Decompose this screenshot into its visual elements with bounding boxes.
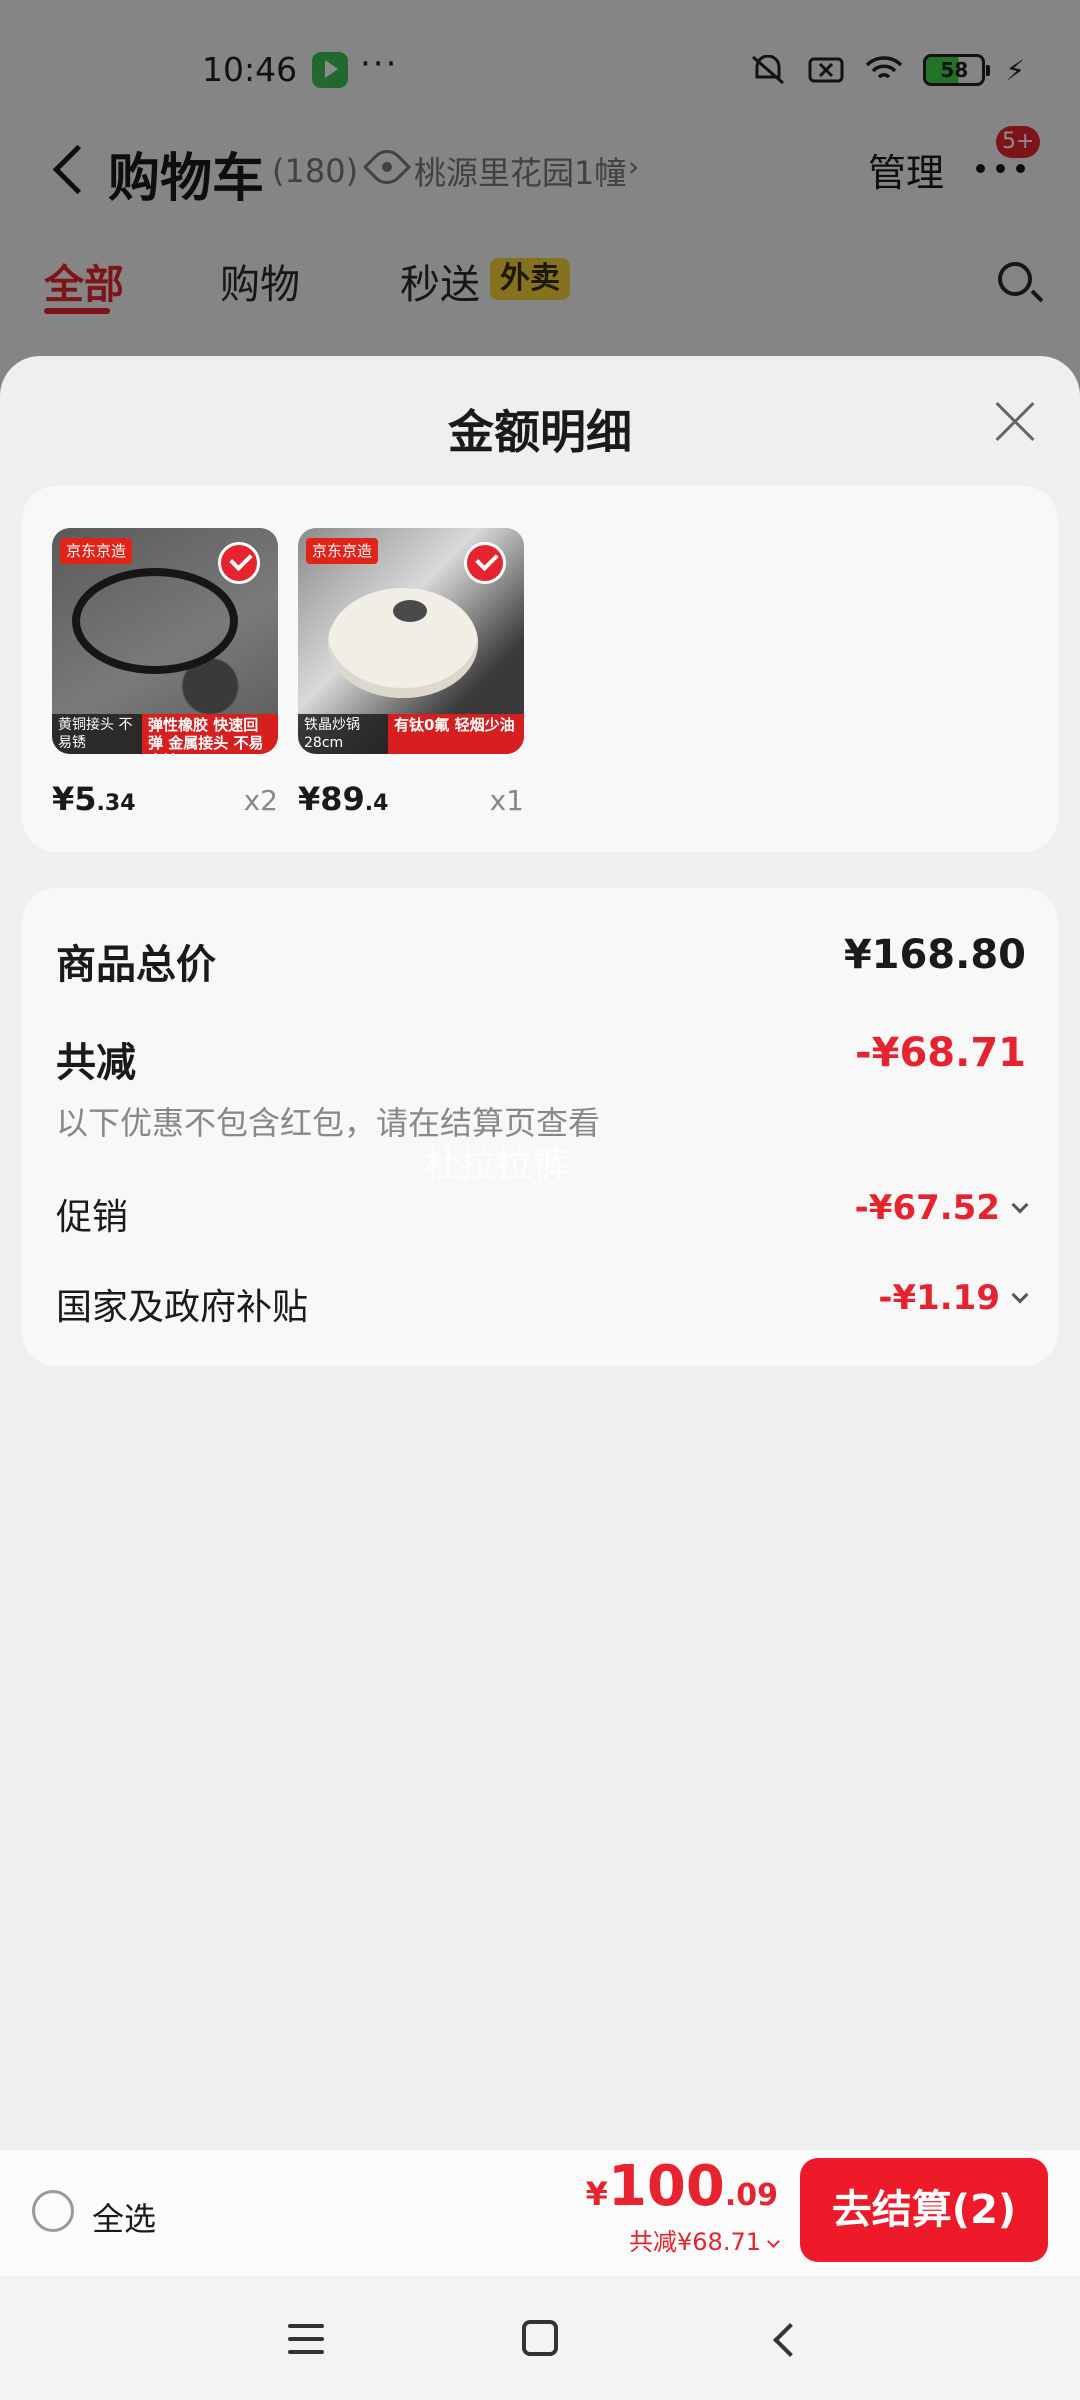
total-discount-toggle[interactable]: 共减¥68.71: [629, 2222, 780, 2257]
product-quantity: x2: [243, 784, 278, 817]
price-summary-card: 商品总价 ¥168.80 共减 -¥68.71 以下优惠不包含红包，请在结算页查…: [22, 888, 1058, 1366]
product-price: ¥5.34: [52, 780, 136, 818]
checkout-bar: 全选 ¥100.09 共减¥68.71 去结算(2): [0, 2150, 1080, 2276]
watermark-text: 杜拉拉裤: [424, 1145, 569, 1186]
brand-tag: 京东京造: [306, 538, 379, 564]
discount-label: 共减: [56, 1040, 136, 1086]
product-price: ¥89.4: [298, 780, 389, 818]
system-navigation-bar: [0, 2276, 1080, 2400]
checkout-button[interactable]: 去结算(2): [800, 2158, 1048, 2262]
checked-icon: [464, 542, 506, 584]
back-icon[interactable]: [768, 2324, 798, 2354]
promotion-label: 促销: [56, 1197, 129, 1238]
chevron-down-icon: [1011, 1196, 1029, 1214]
product-image: 京东京造 黄铜接头 不易锈 弹性橡胶 快速回弹 金属接头 不易腐蚀: [52, 528, 278, 754]
select-all-label[interactable]: 全选: [92, 2194, 156, 2240]
caption-dark: 黄铜接头 不易锈: [52, 714, 142, 754]
price-detail-sheet: 金额明细 京东京造 黄铜接头 不易锈 弹性橡胶 快速回弹 金属接头 不易腐蚀 ¥…: [0, 356, 1080, 2400]
close-icon[interactable]: [992, 400, 1036, 444]
home-icon[interactable]: [522, 2320, 558, 2356]
image-caption: 铁晶炒锅 28cm 有钛0氟 轻烟少油: [298, 714, 524, 754]
brand-tag: 京东京造: [60, 538, 133, 564]
subsidy-row[interactable]: -¥1.19: [878, 1278, 1029, 1318]
product-image: 京东京造 铁晶炒锅 28cm 有钛0氟 轻烟少油: [298, 528, 524, 754]
subsidy-label: 国家及政府补贴: [56, 1287, 309, 1328]
chevron-down-icon: [767, 2235, 780, 2248]
subtotal-label: 商品总价: [56, 942, 216, 988]
product-quantity: x1: [489, 784, 524, 817]
total-price: ¥100.09: [585, 2154, 778, 2219]
sheet-title: 金额明细: [448, 405, 632, 459]
discount-value: -¥68.71: [855, 1030, 1026, 1076]
promotion-value: -¥67.52: [854, 1188, 1000, 1228]
caption-red: 有钛0氟 轻烟少油: [388, 714, 524, 754]
caption-red: 弹性橡胶 快速回弹 金属接头 不易腐蚀: [142, 714, 278, 754]
menu-icon[interactable]: [288, 2324, 324, 2354]
checked-icon: [218, 542, 260, 584]
subtotal-value: ¥168.80: [843, 932, 1026, 978]
select-all-radio[interactable]: [32, 2190, 74, 2232]
total-discount: 共减¥68.71: [629, 2228, 761, 2256]
image-caption: 黄铜接头 不易锈 弹性橡胶 快速回弹 金属接头 不易腐蚀: [52, 714, 278, 754]
chevron-down-icon: [1011, 1286, 1029, 1304]
subsidy-value: -¥1.19: [878, 1278, 1000, 1318]
selected-products-card: 京东京造 黄铜接头 不易锈 弹性橡胶 快速回弹 金属接头 不易腐蚀 ¥5.34 …: [22, 486, 1058, 852]
promotion-row[interactable]: -¥67.52: [854, 1188, 1029, 1228]
caption-dark: 铁晶炒锅 28cm: [298, 714, 388, 754]
